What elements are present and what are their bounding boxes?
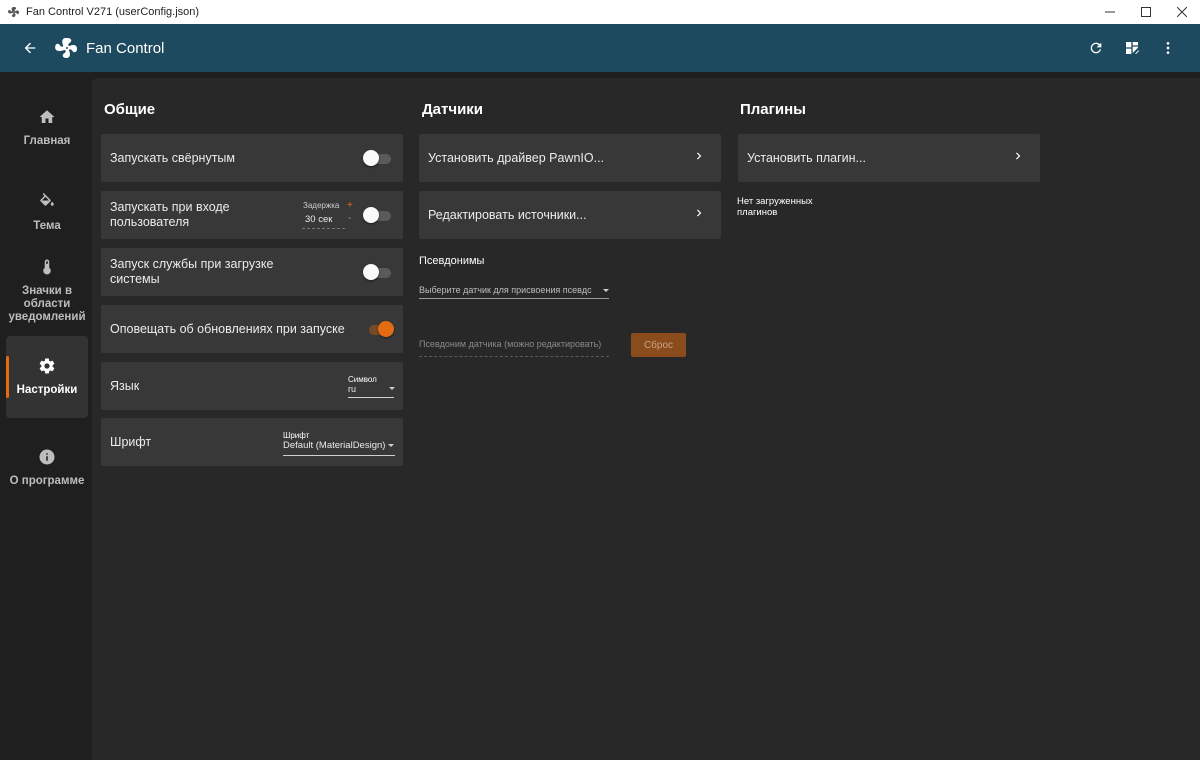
thermometer-icon	[38, 258, 56, 281]
delay-increment-button[interactable]: +	[347, 200, 353, 211]
delay-label: Задержка	[303, 201, 340, 210]
app-bar: Fan Control	[0, 24, 1200, 72]
sidebar-item-label: О программе	[9, 475, 85, 487]
sidebar-item-label: Тема	[33, 220, 61, 232]
sidebar-item-home[interactable]: Главная	[6, 90, 88, 166]
aliases-label: Псевдонимы	[419, 255, 485, 267]
chevron-down-icon	[388, 444, 394, 447]
language-label: Язык	[110, 378, 140, 393]
font-select[interactable]: Default (MaterialDesign)	[283, 440, 385, 451]
chevron-down-icon	[389, 387, 395, 390]
start-minimized-toggle[interactable]	[363, 149, 393, 167]
home-icon	[38, 108, 56, 131]
window-titlebar: Fan Control V271 (userConfig.json)	[0, 0, 1200, 24]
reset-button[interactable]: Сброс	[631, 333, 686, 357]
section-title-sensors: Датчики	[422, 101, 484, 118]
window-title: Fan Control V271 (userConfig.json)	[26, 6, 200, 18]
no-plugins-text: Нет загруженных плагинов	[737, 196, 813, 218]
chevron-right-icon	[691, 205, 707, 221]
check-updates-row: Оповещать об обновлениях при запуске	[101, 305, 403, 353]
edit-sources-button[interactable]: Редактировать источники...	[419, 191, 721, 239]
sidebar-item-tray-icons[interactable]: Значки в области уведомлений	[6, 258, 88, 324]
start-service-label: Запуск службы при загрузке системы	[110, 257, 274, 286]
fan-icon	[54, 35, 80, 61]
font-field-label: Шрифт	[283, 431, 310, 440]
chevron-right-icon	[1010, 148, 1026, 164]
check-updates-toggle[interactable]	[365, 320, 395, 338]
sidebar-item-settings[interactable]: Настройки	[6, 336, 88, 418]
chevron-down-icon	[603, 289, 609, 292]
app-title: Fan Control	[86, 39, 165, 57]
refresh-icon[interactable]	[1078, 30, 1114, 66]
install-driver-button[interactable]: Установить драйвер PawnIO...	[419, 134, 721, 182]
install-driver-label: Установить драйвер PawnIO...	[428, 150, 605, 165]
delay-decrement-button[interactable]: -	[348, 213, 351, 224]
active-indicator	[6, 356, 9, 398]
fan-icon	[6, 4, 22, 20]
edit-sources-label: Редактировать источники...	[428, 207, 587, 222]
sidebar-item-label: Значки в области уведомлений	[8, 285, 86, 323]
section-title-general: Общие	[104, 101, 156, 118]
start-login-label: Запускать при входе пользователя	[110, 200, 230, 229]
sidebar-item-about[interactable]: О программе	[6, 430, 88, 506]
font-row: Шрифт Шрифт Default (MaterialDesign)	[101, 418, 403, 466]
section-title-plugins: Плагины	[740, 101, 806, 118]
font-label: Шрифт	[110, 434, 152, 449]
info-icon	[38, 448, 56, 471]
language-field-label: Символ	[348, 375, 377, 384]
language-row: Язык Символ ru	[101, 362, 403, 410]
sidebar-nav: Главная Тема Значки в области уведомлени…	[0, 72, 92, 760]
start-service-row: Запуск службы при загрузке системы	[101, 248, 403, 296]
start-minimized-label: Запускать свёрнутым	[110, 150, 236, 165]
sidebar-item-theme[interactable]: Тема	[6, 175, 88, 251]
start-login-row: Запускать при входе пользователя Задержк…	[101, 191, 403, 239]
close-icon[interactable]	[1164, 0, 1200, 24]
start-minimized-row: Запускать свёрнутым	[101, 134, 403, 182]
no-plugins-line-1: Нет загруженных	[737, 196, 813, 207]
alias-input[interactable]: Псевдоним датчика (можно редактировать)	[419, 339, 601, 349]
install-plugin-button[interactable]: Установить плагин...	[738, 134, 1040, 182]
no-plugins-line-2: плагинов	[737, 207, 778, 218]
dashboard-edit-icon[interactable]	[1114, 30, 1150, 66]
check-updates-label: Оповещать об обновлениях при запуске	[110, 321, 345, 336]
chevron-right-icon	[691, 148, 707, 164]
sidebar-item-label: Главная	[23, 135, 71, 147]
maximize-icon[interactable]	[1128, 0, 1164, 24]
arrow-left-icon[interactable]	[10, 28, 50, 68]
start-service-toggle[interactable]	[363, 263, 393, 281]
start-login-toggle[interactable]	[363, 206, 393, 224]
minimize-icon[interactable]	[1092, 0, 1128, 24]
sidebar-item-label: Настройки	[16, 384, 78, 396]
paint-bucket-icon	[38, 193, 56, 216]
sensor-select[interactable]: Выберите датчик для присвоения псевдс	[419, 285, 592, 295]
gear-icon	[38, 357, 56, 380]
more-vert-icon[interactable]	[1150, 30, 1186, 66]
language-select[interactable]: ru	[348, 384, 356, 394]
install-plugin-label: Установить плагин...	[747, 150, 866, 165]
settings-content: Общие Запускать свёрнутым Запускать при …	[92, 78, 1200, 760]
delay-input[interactable]: 30 сек	[305, 214, 332, 225]
